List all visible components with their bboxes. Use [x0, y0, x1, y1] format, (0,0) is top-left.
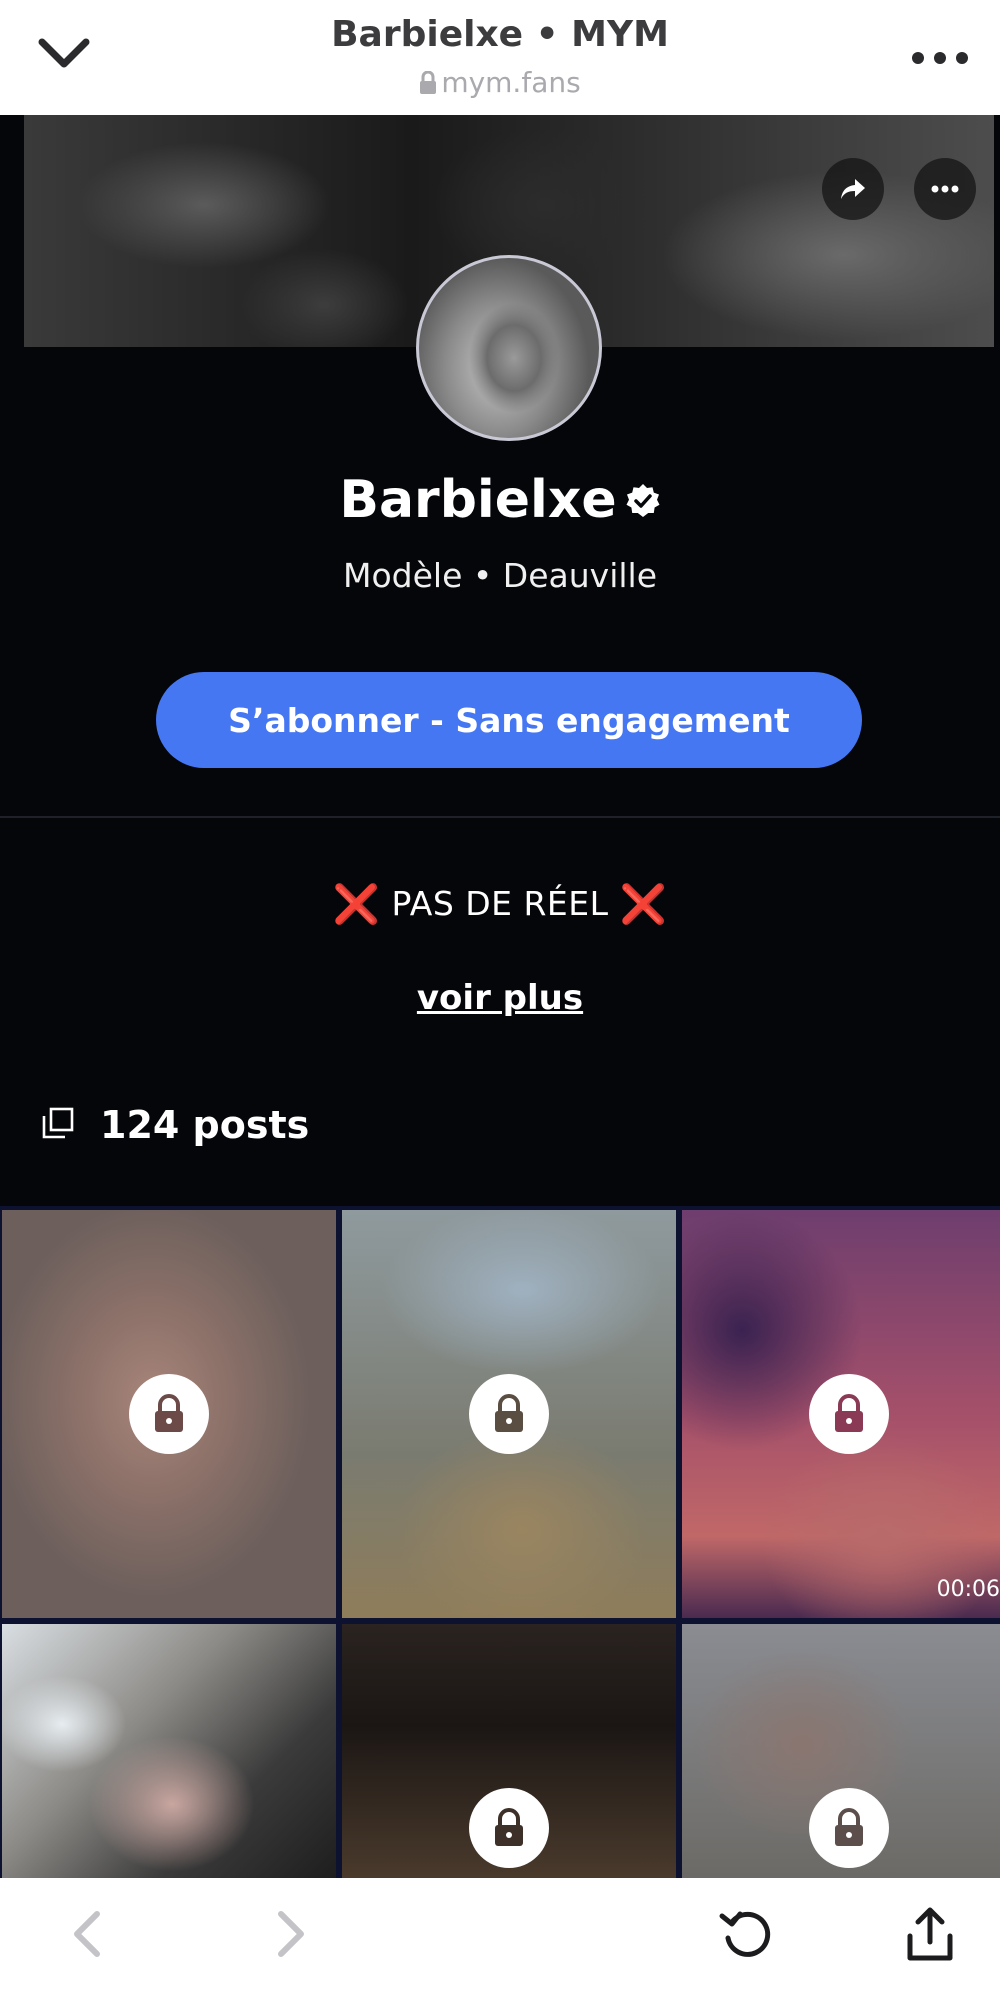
page-title: Barbielxe • MYM — [331, 14, 669, 55]
share-icon[interactable] — [900, 1904, 960, 1964]
browser-bottom-bar — [0, 1878, 1000, 1989]
posts-grid: 00:06 — [0, 1206, 1000, 1878]
lock-icon — [469, 1788, 549, 1868]
post-tile[interactable]: 00:06 — [682, 1210, 1000, 1618]
profile-name-text: Barbielxe — [339, 470, 617, 530]
lock-icon — [809, 1374, 889, 1454]
profile-subtitle: Modèle • Deauville — [342, 556, 657, 595]
url-text: mym.fans — [441, 66, 581, 99]
see-more-link[interactable]: voir plus — [0, 978, 1000, 1018]
share-arrow-icon[interactable] — [822, 158, 884, 220]
chevron-right-icon[interactable] — [262, 1904, 322, 1964]
lock-icon — [469, 1374, 549, 1454]
bio-label: PAS DE RÉEL — [391, 884, 609, 923]
posts-count-label: 124 posts — [100, 1103, 310, 1147]
divider — [0, 816, 1000, 818]
post-tile[interactable] — [2, 1624, 336, 1878]
post-tile[interactable] — [342, 1210, 676, 1618]
video-duration: 00:06 — [936, 1577, 1000, 1602]
cross-mark-icon: ❌ — [619, 882, 668, 926]
url-label[interactable]: mym.fans — [0, 66, 1000, 102]
reload-icon[interactable] — [718, 1904, 778, 1964]
avatar[interactable] — [416, 255, 602, 441]
lock-icon — [129, 1374, 209, 1454]
bio-text: ❌ PAS DE RÉEL ❌ — [0, 882, 1000, 927]
browser-top-bar: Barbielxe • MYM mym.fans — [0, 0, 1000, 115]
post-tile[interactable] — [682, 1624, 1000, 1878]
post-tile[interactable] — [342, 1624, 676, 1878]
profile-name: Barbielxe — [0, 470, 1000, 532]
subscribe-button[interactable]: S’abonner - Sans engagement — [156, 672, 862, 768]
chevron-left-icon[interactable] — [56, 1904, 116, 1964]
cross-mark-icon: ❌ — [332, 882, 381, 926]
lock-icon — [809, 1788, 889, 1868]
post-tile[interactable] — [2, 1210, 336, 1618]
verified-badge-icon — [625, 472, 661, 532]
stack-icon — [42, 1107, 74, 1143]
posts-count: 124 posts — [42, 1100, 309, 1150]
more-options-icon[interactable] — [908, 40, 972, 76]
lock-icon — [419, 69, 437, 102]
banner-more-icon[interactable] — [914, 158, 976, 220]
